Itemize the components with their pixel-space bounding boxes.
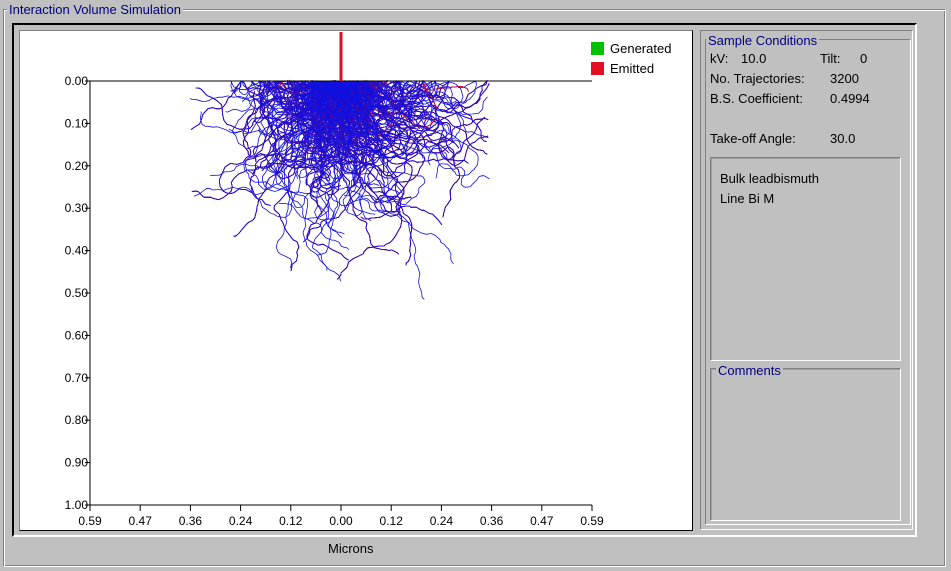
trajectories-label: No. Trajectories:: [710, 71, 805, 86]
legend-swatch-generated: [591, 41, 604, 55]
tilt-value: 0: [860, 51, 868, 66]
y-tick-label: 0.40: [65, 244, 89, 258]
x-axis-title: Microns: [328, 541, 374, 556]
sample-line-2: Line Bi M: [720, 191, 775, 206]
takeoff-angle-label: Take-off Angle:: [710, 131, 796, 146]
bs-coefficient-label: B.S. Coefficient:: [710, 91, 803, 106]
x-tick-label: 0.59: [580, 514, 604, 528]
kv-value: 10.0: [741, 51, 767, 66]
takeoff-angle-value: 30.0: [830, 131, 856, 146]
x-tick-label: 0.24: [229, 514, 253, 528]
sample-conditions-title: Sample Conditions: [706, 33, 820, 48]
y-tick-label: 0.10: [65, 116, 89, 130]
legend-generated: Generated: [591, 40, 671, 56]
y-tick-label: 0.30: [65, 201, 89, 215]
trajectory-series-red: [190, 79, 490, 280]
sample-line-1: Bulk leadbismuth: [720, 171, 819, 186]
y-tick-label: 0.60: [65, 328, 89, 342]
x-tick-label: 0.00: [329, 514, 353, 528]
trajectories-value: 3200: [830, 71, 859, 86]
x-tick-label: 0.12: [279, 514, 303, 528]
y-tick-label: 0.90: [65, 456, 89, 470]
legend-emitted: Emitted: [591, 60, 654, 76]
kv-label: kV:: [710, 51, 729, 66]
x-tick-label: 0.24: [430, 514, 454, 528]
x-tick-label: 0.36: [480, 514, 504, 528]
x-tick-label: 0.59: [78, 514, 102, 528]
y-tick-label: 1.00: [65, 498, 89, 512]
sample-description-box: [710, 157, 901, 361]
tilt-label: Tilt:: [820, 51, 841, 66]
x-tick-label: 0.36: [179, 514, 203, 528]
y-tick-label: 0.50: [65, 286, 89, 300]
bs-coefficient-value: 0.4994: [830, 91, 870, 106]
x-tick-label: 0.47: [129, 514, 153, 528]
y-tick-label: 0.00: [65, 74, 89, 88]
interaction-volume-chart: 0.00 0.10 0.20 0.30 0.40 0.50 0.60 0.70 0.80 0.90…: [65, 32, 604, 528]
y-tick-label: 0.70: [65, 371, 89, 385]
y-tick-label: 0.80: [65, 413, 89, 427]
legend-label-generated: Generated: [610, 40, 672, 56]
x-tick-label: 0.47: [530, 514, 554, 528]
plot-area: 0.00 0.10 0.20 0.30 0.40 0.50 0.60 0.70 0.80 0.90…: [19, 30, 693, 531]
x-tick-label: 0.12: [380, 514, 404, 528]
legend-label-emitted: Emitted: [610, 60, 655, 76]
window-title: Interaction Volume Simulation: [7, 2, 183, 17]
comments-title: Comments: [716, 363, 783, 378]
y-tick-label: 0.20: [65, 159, 89, 173]
comments-box[interactable]: [710, 368, 901, 521]
legend-swatch-emitted: [591, 61, 604, 75]
